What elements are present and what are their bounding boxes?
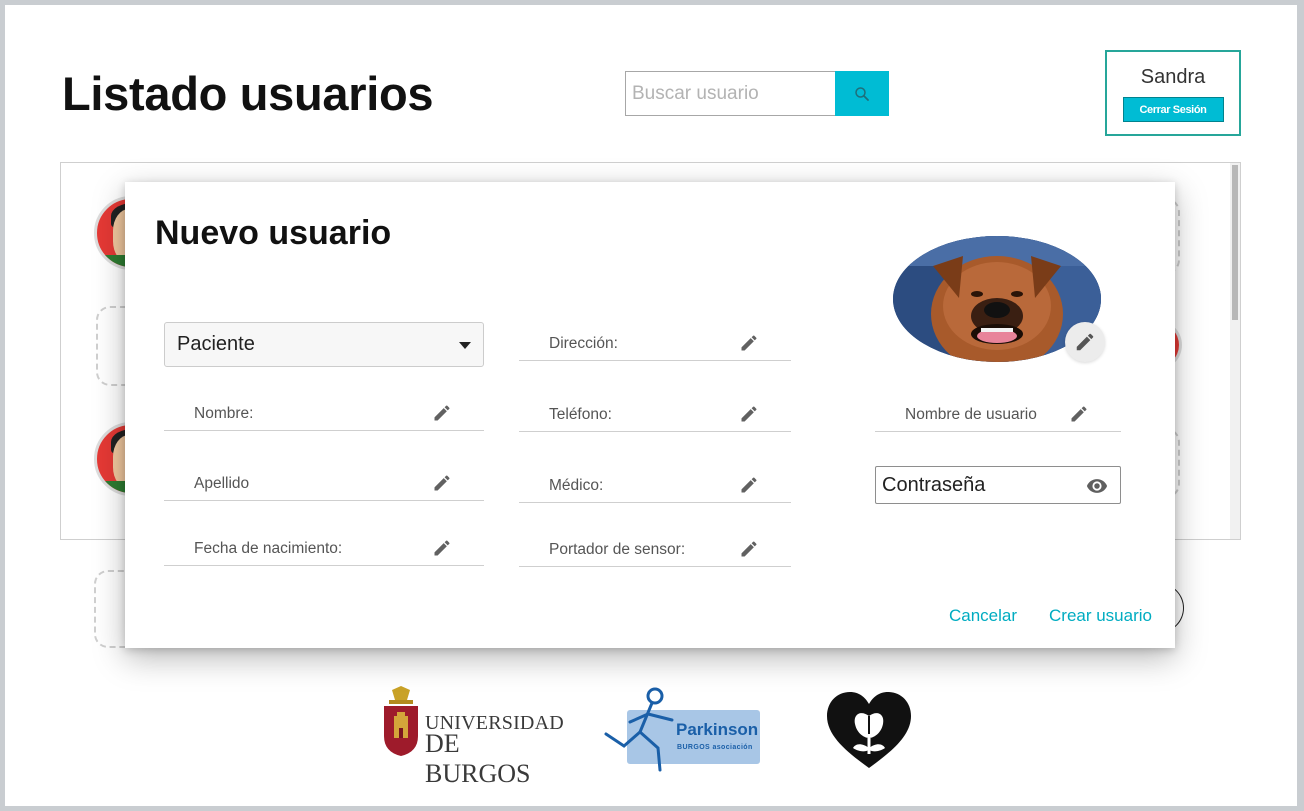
- field-label: Teléfono:: [549, 406, 612, 423]
- new-user-dialog: Nuevo usuario Paciente Nombre: Apellido …: [125, 182, 1175, 648]
- university-crest-icon: [384, 686, 418, 756]
- user-name: Sandra: [1140, 66, 1206, 88]
- user-type-value: Paciente: [177, 333, 255, 355]
- first-name-field[interactable]: Nombre:: [164, 393, 484, 431]
- field-label: Portador de sensor:: [549, 541, 686, 558]
- pencil-icon[interactable]: [432, 473, 452, 493]
- create-user-button[interactable]: Crear usuario: [1049, 606, 1152, 626]
- last-name-field[interactable]: Apellido: [164, 463, 484, 501]
- dropdown-arrow-icon: [459, 342, 471, 349]
- user-session-box: Sandra Cerrar Sesión: [1105, 50, 1241, 136]
- search-input[interactable]: [625, 71, 835, 116]
- field-label: Médico:: [549, 477, 604, 494]
- field-label: Fecha de nacimiento:: [194, 540, 343, 557]
- address-field[interactable]: Dirección:: [519, 323, 791, 361]
- heart-flower-logo: [825, 690, 913, 770]
- page-title: Listado usuarios: [62, 67, 434, 120]
- pencil-icon[interactable]: [432, 538, 452, 558]
- user-type-select[interactable]: Paciente: [164, 322, 484, 367]
- logout-button[interactable]: Cerrar Sesión: [1122, 97, 1224, 122]
- search-bar: [625, 71, 889, 116]
- university-logo: UNIVERSIDAD DE BURGOS: [380, 686, 565, 788]
- username-field[interactable]: Nombre de usuario: [875, 394, 1121, 432]
- scrollbar-thumb[interactable]: [1232, 165, 1238, 320]
- doctor-field[interactable]: Médico:: [519, 465, 791, 503]
- cancel-button[interactable]: Cancelar: [949, 606, 1017, 626]
- password-field[interactable]: Contraseña: [875, 466, 1121, 504]
- university-name-line2: DE BURGOS: [425, 729, 531, 788]
- phone-field[interactable]: Teléfono:: [519, 394, 791, 432]
- search-icon: [855, 86, 869, 101]
- running-figure-icon: [604, 687, 674, 772]
- sensor-carrier-field[interactable]: Portador de sensor:: [519, 529, 791, 567]
- field-label: Nombre:: [194, 405, 254, 422]
- scrollbar[interactable]: [1230, 163, 1240, 539]
- pencil-icon[interactable]: [739, 404, 759, 424]
- password-placeholder: Contraseña: [882, 473, 986, 496]
- pencil-icon[interactable]: [432, 403, 452, 423]
- parkinson-association-logo: Parkinson BURGOS asociación: [600, 686, 762, 776]
- field-label: Apellido: [194, 475, 250, 492]
- parkinson-subtitle: BURGOS asociación: [677, 744, 753, 751]
- field-label: Dirección:: [549, 335, 618, 352]
- pencil-icon[interactable]: [739, 539, 759, 559]
- field-label: Nombre de usuario: [905, 406, 1037, 423]
- pencil-icon[interactable]: [739, 333, 759, 353]
- edit-photo-button[interactable]: [1065, 322, 1105, 362]
- pencil-icon[interactable]: [739, 475, 759, 495]
- pencil-icon[interactable]: [1069, 404, 1089, 424]
- heart-flower-icon: [827, 692, 911, 768]
- dialog-title: Nuevo usuario: [155, 214, 392, 252]
- pencil-icon: [1076, 333, 1094, 351]
- search-button[interactable]: [835, 71, 889, 116]
- eye-icon[interactable]: [1084, 475, 1110, 497]
- parkinson-word: Parkinson: [676, 720, 759, 739]
- birth-date-field[interactable]: Fecha de nacimiento:: [164, 528, 484, 566]
